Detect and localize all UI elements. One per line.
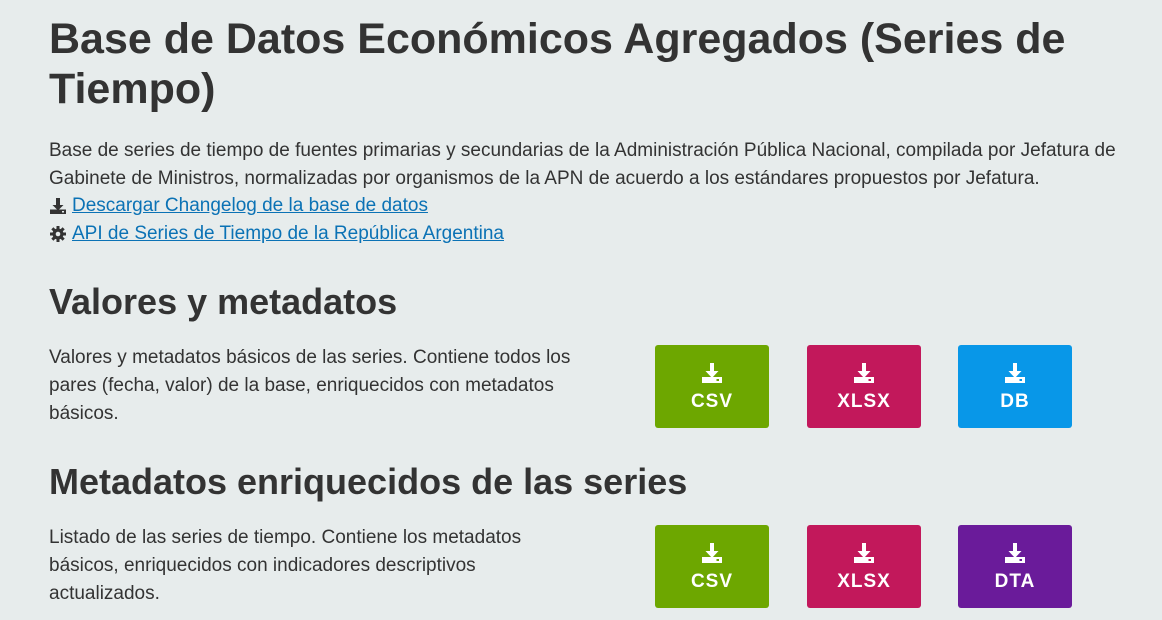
download-db-button[interactable]: DB <box>958 345 1072 428</box>
download-icon <box>702 362 722 383</box>
api-link-row: API de Series de Tiempo de la República … <box>49 220 504 248</box>
download-dta-button[interactable]: DTA <box>958 525 1072 608</box>
download-icon <box>854 542 874 563</box>
download-icon <box>1005 542 1025 563</box>
button-label: CSV <box>690 570 734 592</box>
button-label: XLSX <box>837 570 891 592</box>
download-csv-button[interactable]: CSV <box>655 345 769 428</box>
section-description-valores: Valores y metadatos básicos de las serie… <box>49 347 571 424</box>
page-title: Base de Datos Económicos Agregados (Seri… <box>49 15 1066 113</box>
changelog-link[interactable]: Descargar Changelog de la base de datos <box>72 192 428 220</box>
api-link[interactable]: API de Series de Tiempo de la República … <box>72 220 504 248</box>
page-description: Base de series de tiempo de fuentes prim… <box>49 140 1116 189</box>
download-icon <box>49 197 67 215</box>
download-xlsx-button[interactable]: XLSX <box>807 525 921 608</box>
download-xlsx-button[interactable]: XLSX <box>807 345 921 428</box>
page: Base de Datos Económicos Agregados (Seri… <box>0 0 1162 620</box>
gear-icon <box>49 225 67 243</box>
download-icon <box>702 542 722 563</box>
section-title-metadatos: Metadatos enriquecidos de las series <box>49 461 688 502</box>
download-csv-button[interactable]: CSV <box>655 525 769 608</box>
button-label: DTA <box>994 570 1036 592</box>
button-label: XLSX <box>837 390 891 412</box>
button-label: CSV <box>690 390 734 412</box>
button-label: DB <box>1000 390 1030 412</box>
section-description-metadatos: Listado de las series de tiempo. Contien… <box>49 527 522 604</box>
download-icon <box>1005 362 1025 383</box>
section-title-valores: Valores y metadatos <box>49 281 398 322</box>
download-icon <box>854 362 874 383</box>
changelog-link-row: Descargar Changelog de la base de datos <box>49 192 428 220</box>
